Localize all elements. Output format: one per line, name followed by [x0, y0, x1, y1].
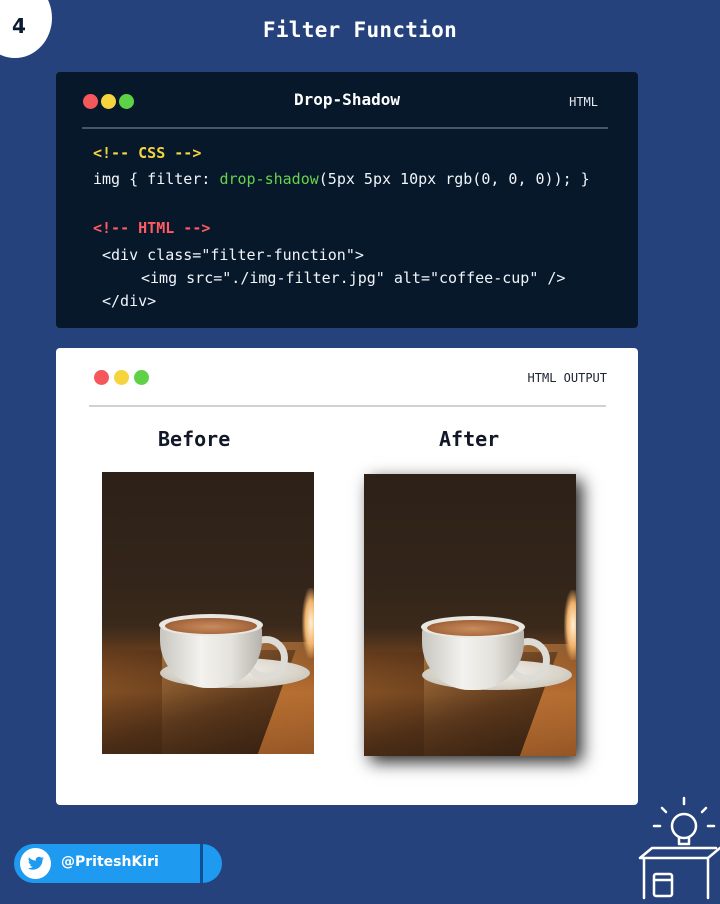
output-card: HTML OUTPUT Before After	[56, 348, 638, 805]
code-card: Drop-Shadow HTML <!-- CSS --> img { filt…	[56, 72, 638, 328]
window-dot-yellow-icon	[114, 370, 129, 385]
window-dot-green-icon	[134, 370, 149, 385]
html-div-open: <div class="filter-function">	[102, 246, 364, 264]
lightbulb-box-logo-icon	[630, 790, 720, 900]
before-label: Before	[158, 427, 231, 451]
code-card-title: Drop-Shadow	[294, 90, 400, 109]
after-coffee-image	[364, 474, 576, 756]
css-rule-suffix: (5px 5px 10px rgb(0, 0, 0)); }	[318, 170, 590, 188]
css-comment: <!-- CSS -->	[93, 144, 202, 162]
html-div-close: </div>	[102, 292, 157, 310]
html-img-tag: <img src="./img-filter.jpg" alt="coffee-…	[141, 269, 566, 287]
before-coffee-image	[102, 472, 314, 754]
code-divider	[82, 127, 608, 129]
window-dot-red-icon	[94, 370, 109, 385]
css-rule-line: img { filter: drop-shadow(5px 5px 10px r…	[93, 170, 590, 188]
code-language-label: HTML	[569, 95, 598, 109]
twitter-handle: @PriteshKiri	[61, 854, 159, 870]
after-label: After	[439, 427, 500, 451]
css-rule-function: drop-shadow	[219, 170, 319, 188]
html-comment: <!-- HTML -->	[93, 219, 211, 237]
css-rule-prefix: img { filter:	[93, 170, 220, 188]
output-label: HTML OUTPUT	[527, 371, 607, 385]
page-title: Filter Function	[262, 18, 458, 42]
twitter-handle-pill[interactable]: @PriteshKiri	[14, 844, 222, 883]
pill-separator	[200, 844, 203, 883]
output-divider	[89, 405, 606, 407]
twitter-bird-icon	[20, 848, 51, 879]
